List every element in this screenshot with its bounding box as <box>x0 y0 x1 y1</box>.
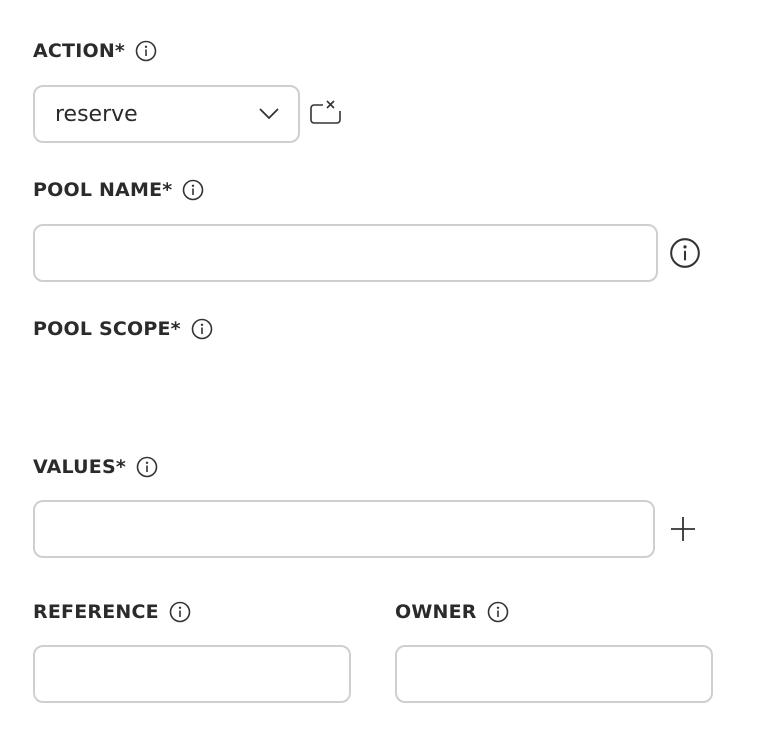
info-icon[interactable] <box>669 237 701 273</box>
action-label: ACTION* <box>33 40 126 62</box>
reference-input[interactable] <box>35 647 349 701</box>
pool-name-label: POOL NAME* <box>33 179 173 201</box>
action-select[interactable]: reserve <box>33 85 300 143</box>
chevron-down-icon <box>258 107 280 121</box>
pool-name-label-row: POOL NAME* <box>33 179 204 201</box>
plus-icon[interactable] <box>670 516 696 546</box>
values-label: VALUES* <box>33 456 126 478</box>
owner-label: OWNER <box>395 601 477 623</box>
info-icon[interactable] <box>487 601 509 623</box>
info-icon[interactable] <box>169 601 191 623</box>
info-icon[interactable] <box>182 179 204 201</box>
pool-scope-label: POOL SCOPE* <box>33 318 181 340</box>
pool-scope-label-row: POOL SCOPE* <box>33 318 213 340</box>
info-icon[interactable] <box>135 40 157 62</box>
owner-field-box <box>395 645 713 703</box>
owner-label-row: OWNER <box>395 601 509 623</box>
reference-field-box <box>33 645 351 703</box>
pool-name-input[interactable] <box>35 226 656 280</box>
reference-label: REFERENCE <box>33 601 159 623</box>
values-field-box <box>33 500 655 558</box>
info-icon[interactable] <box>136 456 158 478</box>
info-icon[interactable] <box>191 318 213 340</box>
action-select-value: reserve <box>55 101 138 127</box>
reference-label-row: REFERENCE <box>33 601 191 623</box>
clear-selection-icon[interactable] <box>309 99 343 131</box>
values-label-row: VALUES* <box>33 456 158 478</box>
pool-name-field-box <box>33 224 658 282</box>
action-label-row: ACTION* <box>33 40 157 62</box>
owner-input[interactable] <box>397 647 711 701</box>
values-input[interactable] <box>35 502 653 556</box>
